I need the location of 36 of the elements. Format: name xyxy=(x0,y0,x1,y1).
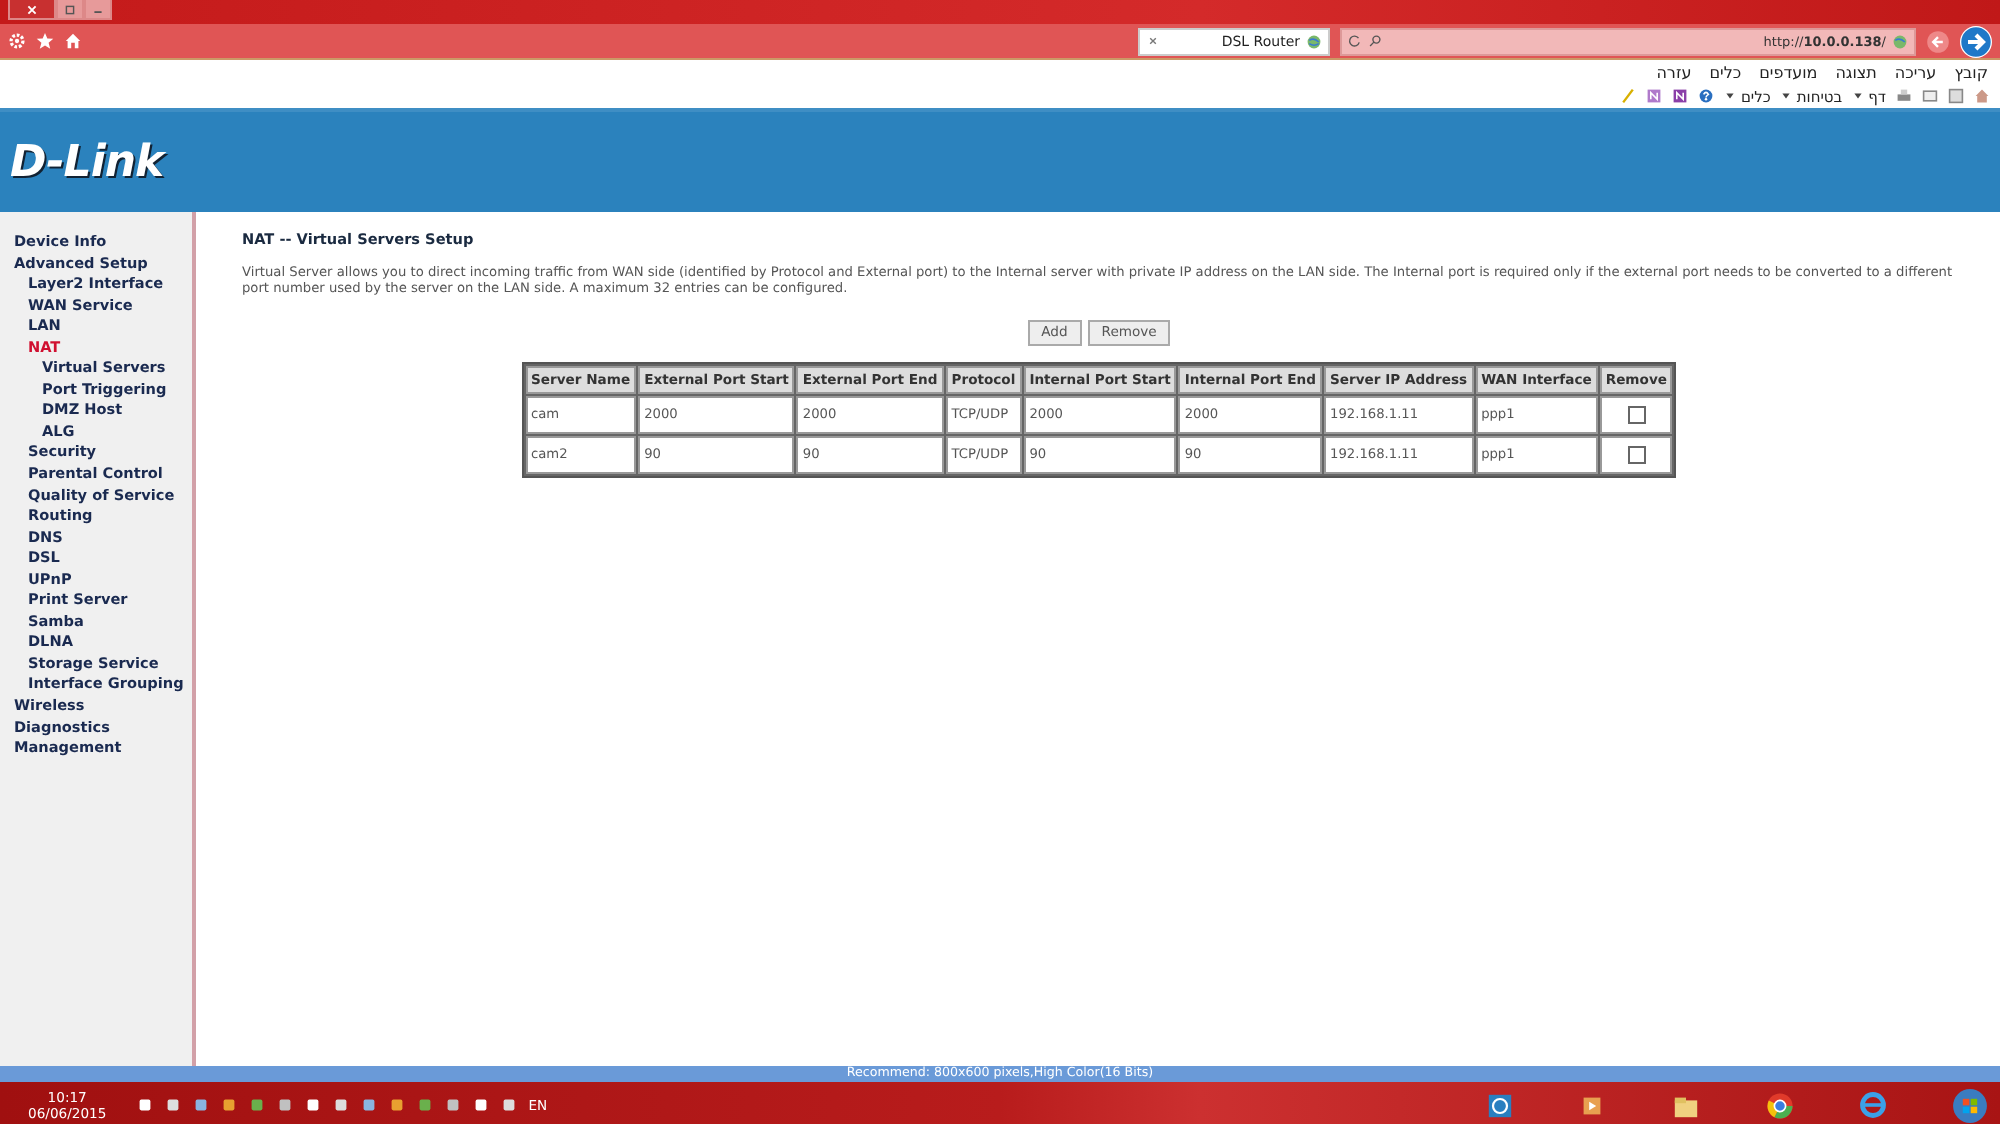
menu-item[interactable]: עריכה xyxy=(1894,63,1937,81)
browser-icon[interactable] xyxy=(1766,1091,1794,1119)
close-button[interactable] xyxy=(8,0,56,20)
onenote-icon[interactable] xyxy=(1672,88,1689,104)
printer-icon[interactable] xyxy=(1896,88,1912,104)
onenote-icon[interactable] xyxy=(1646,88,1663,104)
minimize-button[interactable] xyxy=(84,0,112,20)
caret-icon xyxy=(1724,90,1737,102)
menu-item[interactable]: מועדפים xyxy=(1759,63,1818,81)
home-icon[interactable] xyxy=(1974,88,1990,104)
logo: D-Link xyxy=(10,137,164,187)
restore-button[interactable] xyxy=(56,0,84,20)
settings-icon[interactable] xyxy=(8,32,26,50)
caret-icon xyxy=(1852,90,1865,102)
search-icon[interactable] xyxy=(1368,34,1382,48)
close-icon[interactable] xyxy=(1146,34,1160,48)
globe-icon xyxy=(1306,33,1322,49)
internet-explorer-icon[interactable] xyxy=(1858,1090,1888,1120)
help-icon[interactable] xyxy=(1698,88,1715,104)
menu-item[interactable]: עזרה xyxy=(1656,63,1692,81)
menu-item[interactable]: תצוגה xyxy=(1835,63,1877,81)
star-icon[interactable] xyxy=(36,32,54,50)
menu-item[interactable]: קובץ xyxy=(1954,63,1988,81)
back-icon[interactable] xyxy=(1926,29,1950,53)
remove-checkbox[interactable] xyxy=(1627,445,1646,464)
home-icon[interactable] xyxy=(64,32,82,50)
caret-icon xyxy=(1780,90,1793,102)
app-icon[interactable] xyxy=(1486,1091,1514,1119)
remove-checkbox[interactable] xyxy=(1627,405,1646,424)
refresh-icon[interactable] xyxy=(1348,34,1362,48)
menu-item[interactable]: כלים xyxy=(1709,63,1742,81)
globe-icon xyxy=(1892,33,1908,49)
start-icon[interactable] xyxy=(1952,1087,1988,1123)
close-icon xyxy=(26,3,38,15)
forward-icon[interactable] xyxy=(1960,25,1992,57)
restore-icon xyxy=(64,3,76,15)
